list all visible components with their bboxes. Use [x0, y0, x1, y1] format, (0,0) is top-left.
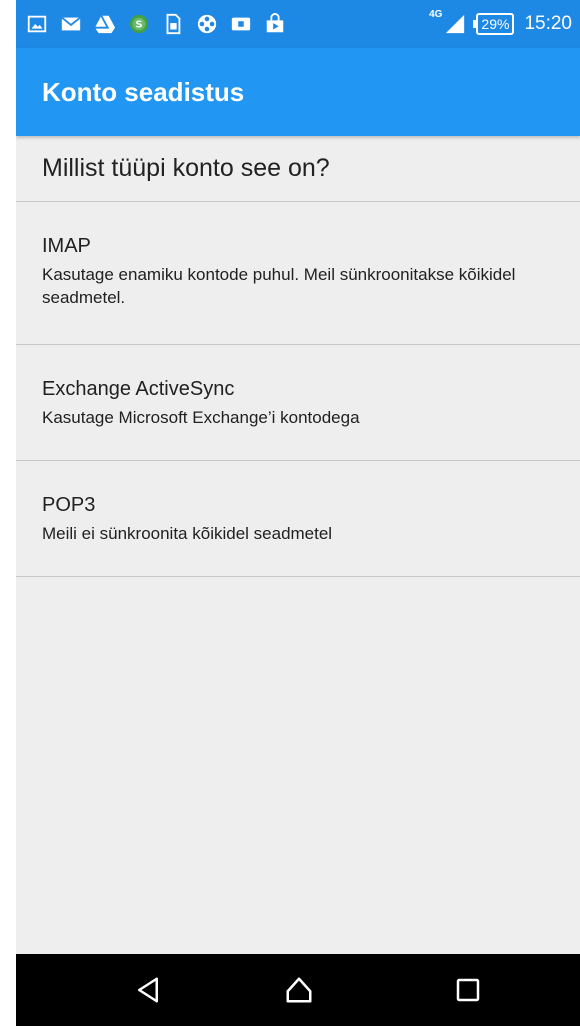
network-type: 4G [429, 8, 443, 20]
recent-apps-button[interactable] [450, 972, 486, 1008]
image-icon [26, 13, 48, 35]
svg-text:S: S [135, 20, 142, 31]
option-description: Meili ei sünkroonita kõikidel seadmetel [42, 524, 333, 543]
cast-icon [230, 13, 252, 35]
option-title: Exchange ActiveSync [42, 378, 235, 400]
home-button[interactable] [281, 972, 317, 1008]
clock: 15:20 [524, 13, 572, 34]
option-title: POP3 [42, 494, 96, 516]
status-right: 4G 29% 15:20 [429, 0, 572, 48]
option-title: IMAP [42, 235, 91, 257]
option-pop3[interactable]: POP3 Meili ei sünkroonita kõikidel seadm… [16, 461, 580, 577]
status-bar: S 4G 29% 15:20 [16, 0, 580, 48]
signal-icon [444, 13, 466, 35]
shop-icon [264, 13, 286, 35]
battery-indicator: 29% [473, 13, 515, 35]
navigation-bar [16, 954, 580, 1026]
screen: S 4G 29% 15:20 Konto seadistus Millist t… [16, 0, 580, 1026]
media-icon [196, 13, 218, 35]
recent-apps-icon [456, 978, 480, 1002]
drive-icon [94, 13, 116, 35]
account-type-list: IMAP Kasutage enamiku kontode puhul. Mei… [16, 202, 580, 577]
mail-icon [60, 13, 82, 35]
back-icon [138, 977, 158, 1003]
section-heading: Millist tüüpi konto see on? [16, 136, 580, 202]
option-description: Kasutage Microsoft Exchange’i kontodega [42, 408, 360, 427]
app-bar: Konto seadistus [16, 48, 580, 136]
option-description: Kasutage enamiku kontode puhul. Meil sün… [42, 265, 516, 307]
option-exchange-activesync[interactable]: Exchange ActiveSync Kasutage Microsoft E… [16, 345, 580, 461]
notification-icons: S [26, 13, 286, 35]
back-button[interactable] [130, 972, 166, 1008]
home-icon [286, 977, 312, 1003]
heading-text: Millist tüüpi konto see on? [42, 154, 330, 182]
option-imap[interactable]: IMAP Kasutage enamiku kontode puhul. Mei… [16, 202, 580, 345]
sim-icon [162, 13, 184, 35]
money-icon: S [128, 13, 150, 35]
page-title: Konto seadistus [42, 76, 245, 107]
